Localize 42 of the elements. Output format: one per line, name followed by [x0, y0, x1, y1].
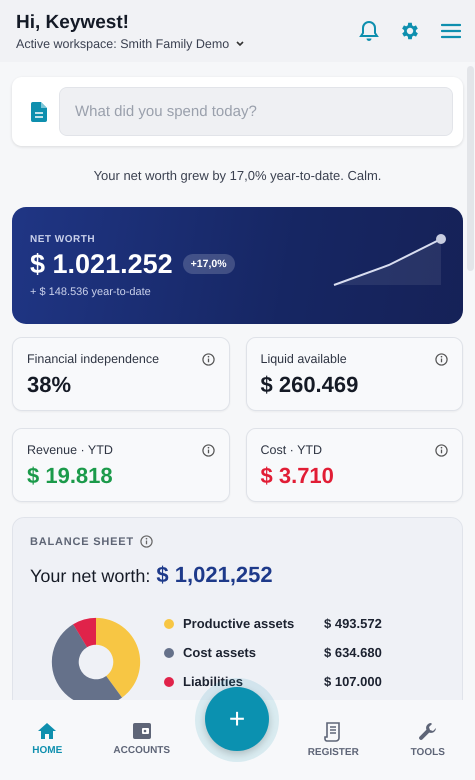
nav-tab[interactable]: HOME — [0, 722, 94, 756]
nav-tab[interactable]: TOOLS — [380, 722, 475, 758]
net-worth-label: NET WORTH — [30, 234, 96, 244]
balance-sheet-title: BALANCE SHEET — [30, 536, 134, 548]
stat-label: Financial independence — [27, 352, 160, 366]
insight-text: Your net worth grew by 17,0% year-to-date. Calm. — [92, 168, 382, 183]
legend-label: Productive assets — [183, 616, 296, 631]
stat-label: Cost · YTD — [260, 443, 322, 457]
info-icon[interactable] — [435, 444, 448, 456]
year-to-date-text: + $ 148.536 year-to-date — [30, 286, 152, 298]
chevron-down-icon[interactable] — [235, 40, 246, 48]
nav-tab[interactable]: ACCOUNTS — [94, 722, 189, 756]
stat-value: $ 260.469 — [260, 372, 358, 398]
greeting: Hi, Keywest! — [16, 12, 130, 34]
info-icon[interactable] — [202, 352, 214, 366]
net-worth-value: $ 1.021.252 — [30, 248, 173, 280]
legend-amount: $ 493.572 — [324, 616, 382, 631]
spend-input-field[interactable]: What did you spend today? — [59, 87, 453, 136]
home-icon — [37, 722, 58, 740]
menu-icon[interactable] — [441, 23, 461, 39]
wrench-icon — [418, 722, 438, 742]
legend-amount: $ 634.680 — [324, 645, 382, 660]
info-icon[interactable] — [202, 444, 214, 456]
workspace-label[interactable]: Active workspace: Smith Family Demo — [16, 36, 230, 50]
wallet-icon — [132, 722, 152, 740]
stat-label: Revenue · YTD — [27, 443, 113, 457]
stat-value: 38% — [27, 372, 72, 398]
bell-icon[interactable] — [359, 20, 379, 42]
info-icon[interactable] — [435, 352, 448, 366]
net-worth-caption: Your net worth: — [30, 566, 150, 587]
info-icon[interactable] — [140, 535, 153, 548]
nav-tab[interactable]: REGISTER — [286, 722, 380, 758]
legend-label: Liabilities — [183, 674, 244, 689]
net-worth-total: $ 1,021,252 — [156, 562, 273, 588]
legend-label: Cost assets — [183, 645, 257, 660]
stat-label: Liquid available — [260, 352, 347, 366]
stat-value: $ 3.710 — [260, 463, 334, 489]
document-icon — [31, 102, 47, 122]
receipt-icon — [324, 722, 342, 742]
stat-value: $ 19.818 — [27, 463, 113, 489]
growth-badge: +17,0% — [182, 254, 235, 274]
legend-amount: $ 107.000 — [324, 674, 382, 689]
